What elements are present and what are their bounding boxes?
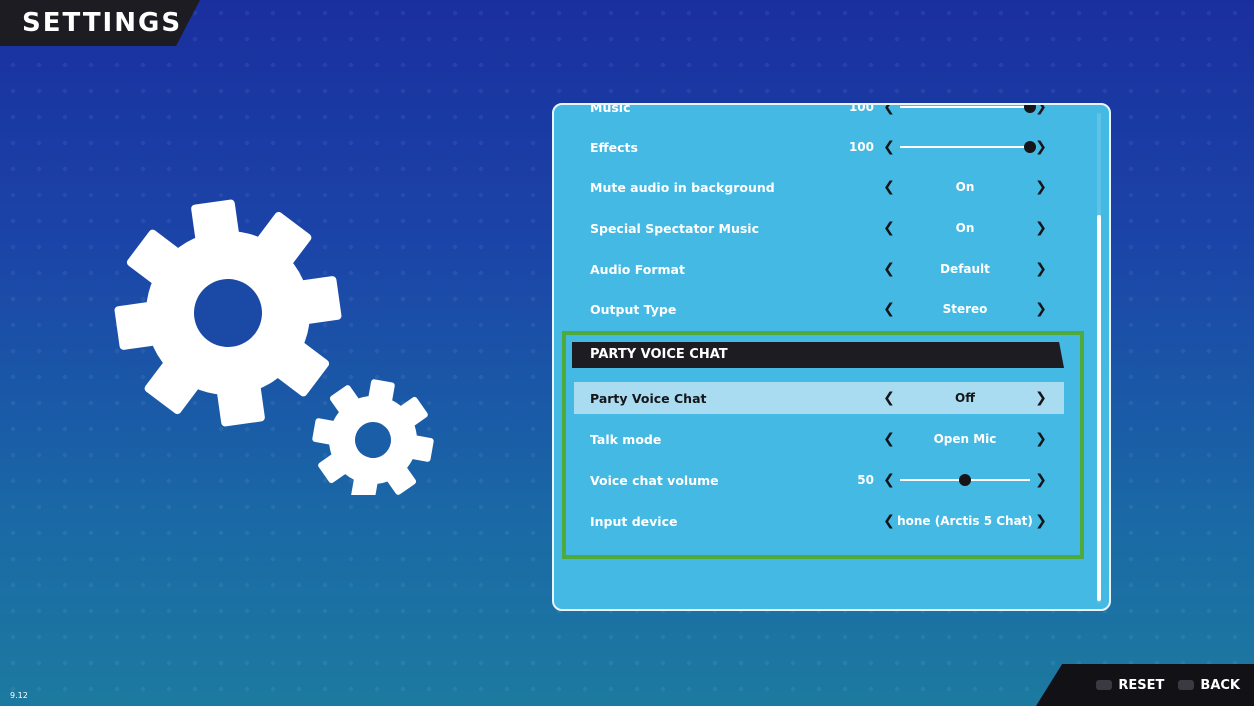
arrow-right-icon[interactable]: ❯ — [1034, 472, 1048, 488]
voice-volume-slider[interactable] — [896, 473, 1034, 487]
setting-row-output-type[interactable]: Output Type ❮ Stereo ❯ — [574, 293, 1064, 325]
setting-row-spectator-music[interactable]: Special Spectator Music ❮ On ❯ — [574, 212, 1064, 244]
arrow-left-icon[interactable]: ❮ — [882, 179, 896, 195]
setting-row-voice-chat-volume[interactable]: Voice chat volume 50 ❮ ❯ — [574, 464, 1064, 496]
setting-label: Effects — [590, 139, 638, 155]
setting-row-mute-background[interactable]: Mute audio in background ❮ On ❯ — [574, 171, 1064, 203]
setting-row-input-device[interactable]: Input device ❮ hone (Arctis 5 Chat) ❯ — [574, 505, 1064, 537]
arrow-left-icon[interactable]: ❮ — [882, 431, 896, 447]
setting-value: Open Mic — [933, 432, 997, 446]
setting-label: Special Spectator Music — [590, 220, 759, 236]
section-header-party-voice-chat: PARTY VOICE CHAT — [572, 342, 1064, 368]
arrow-left-icon[interactable]: ❮ — [882, 390, 896, 406]
arrow-right-icon[interactable]: ❯ — [1034, 220, 1048, 236]
arrow-right-icon[interactable]: ❯ — [1034, 139, 1048, 155]
arrow-right-icon[interactable]: ❯ — [1034, 301, 1048, 317]
arrow-left-icon[interactable]: ❮ — [882, 139, 896, 155]
reset-button[interactable]: RESET — [1118, 678, 1164, 693]
arrow-right-icon[interactable]: ❯ — [1034, 105, 1048, 115]
setting-value: On — [955, 221, 975, 235]
arrow-right-icon[interactable]: ❯ — [1034, 390, 1048, 406]
arrow-right-icon[interactable]: ❯ — [1034, 179, 1048, 195]
setting-label: Music — [590, 103, 631, 115]
setting-number: 100 — [848, 140, 874, 154]
arrow-left-icon[interactable]: ❮ — [882, 472, 896, 488]
setting-row-talk-mode[interactable]: Talk mode ❮ Open Mic ❯ — [574, 423, 1064, 455]
arrow-left-icon[interactable]: ❮ — [882, 513, 896, 529]
setting-label: Audio Format — [590, 261, 685, 277]
setting-value: Default — [940, 262, 990, 276]
setting-value: Off — [955, 391, 975, 405]
arrow-left-icon[interactable]: ❮ — [882, 261, 896, 277]
setting-label: Voice chat volume — [590, 472, 719, 488]
setting-value: hone (Arctis 5 Chat) — [897, 514, 1033, 528]
setting-label: Input device — [590, 513, 678, 529]
arrow-left-icon[interactable]: ❮ — [882, 105, 896, 115]
setting-row-effects[interactable]: Effects 100 ❮ ❯ — [574, 131, 1064, 163]
reset-key-icon — [1096, 680, 1113, 690]
effects-slider[interactable] — [896, 140, 1036, 154]
setting-number: 50 — [857, 473, 874, 487]
setting-value: Stereo — [942, 302, 988, 316]
settings-gears-icon — [114, 199, 434, 495]
arrow-right-icon[interactable]: ❯ — [1034, 431, 1048, 447]
page-title: SETTINGS — [0, 0, 200, 46]
setting-row-music[interactable]: Music 100 ❮ ❯ — [574, 103, 1064, 123]
arrow-right-icon[interactable]: ❯ — [1034, 513, 1048, 529]
version-label: 9.12 — [10, 691, 28, 700]
setting-label: Output Type — [590, 301, 677, 317]
back-key-icon — [1178, 680, 1195, 690]
scrollbar-thumb[interactable] — [1097, 215, 1101, 601]
setting-row-party-voice-chat[interactable]: Party Voice Chat ❮ Off ❯ — [574, 382, 1064, 414]
arrow-left-icon[interactable]: ❮ — [882, 301, 896, 317]
setting-row-audio-format[interactable]: Audio Format ❮ Default ❯ — [574, 253, 1064, 285]
arrow-left-icon[interactable]: ❮ — [882, 220, 896, 236]
back-button[interactable]: BACK — [1200, 678, 1240, 693]
bottom-action-bar: RESET BACK — [1036, 664, 1254, 706]
slider-knob[interactable] — [1024, 141, 1036, 153]
arrow-right-icon[interactable]: ❯ — [1034, 261, 1048, 277]
setting-label: Talk mode — [590, 431, 662, 447]
slider-knob[interactable] — [959, 474, 971, 486]
setting-number: 100 — [848, 103, 874, 114]
setting-value: On — [955, 180, 975, 194]
setting-label: Mute audio in background — [590, 179, 775, 195]
music-slider[interactable] — [896, 105, 1036, 114]
settings-panel: Music 100 ❮ ❯ Effects 100 ❮ ❯ Mute audio… — [552, 103, 1111, 611]
setting-label: Party Voice Chat — [590, 390, 707, 406]
